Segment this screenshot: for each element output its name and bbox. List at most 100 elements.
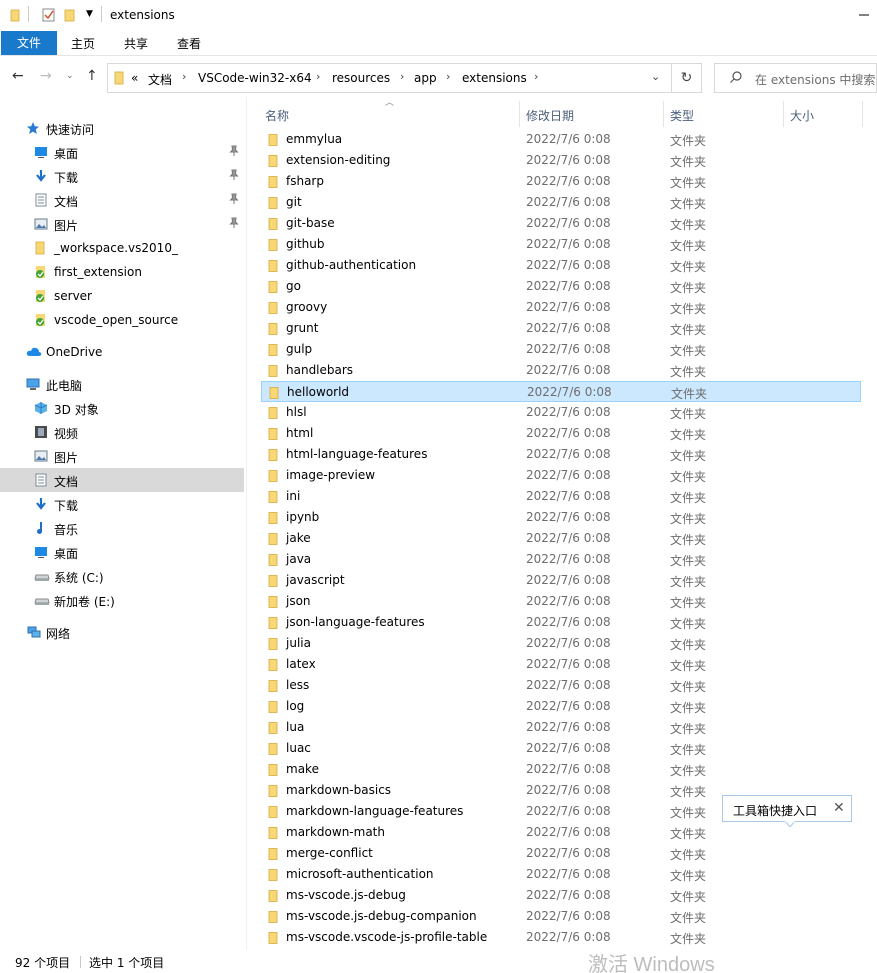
file-name[interactable]: git	[286, 195, 302, 209]
file-name[interactable]: merge-conflict	[286, 846, 373, 860]
table-row[interactable]: markdown-math 2022/7/6 0:08 文件夹	[261, 822, 861, 843]
breadcrumb-app[interactable]: app	[414, 71, 437, 85]
address-bar[interactable]: « 文档 › VSCode-win32-x64 › resources › ap…	[107, 63, 672, 93]
sidebar-item[interactable]: 此电脑	[0, 372, 244, 396]
tab-view[interactable]: 查看	[167, 32, 211, 56]
breadcrumb-overflow[interactable]: «	[131, 71, 138, 85]
tab-file[interactable]: 文件	[1, 31, 57, 55]
file-name[interactable]: git-base	[286, 216, 335, 230]
table-row[interactable]: emmylua 2022/7/6 0:08 文件夹	[261, 129, 861, 150]
table-row[interactable]: html 2022/7/6 0:08 文件夹	[261, 423, 861, 444]
up-arrow-icon[interactable]: ↑	[86, 68, 98, 84]
table-row[interactable]: julia 2022/7/6 0:08 文件夹	[261, 633, 861, 654]
minimize-icon[interactable]	[855, 6, 877, 24]
file-name[interactable]: ms-vscode.js-debug	[286, 888, 406, 902]
sidebar-item[interactable]: server	[0, 284, 244, 308]
column-date[interactable]: 修改日期	[526, 107, 574, 124]
sidebar-item[interactable]: 桌面	[0, 540, 244, 564]
sidebar-item[interactable]: 3D 对象	[0, 396, 244, 420]
file-name[interactable]: github-authentication	[286, 258, 416, 272]
table-row[interactable]: lua 2022/7/6 0:08 文件夹	[261, 717, 861, 738]
chevron-right-icon[interactable]: ›	[182, 70, 186, 83]
file-name[interactable]: make	[286, 762, 319, 776]
file-name[interactable]: log	[286, 699, 304, 713]
file-name[interactable]: json	[286, 594, 311, 608]
table-row[interactable]: ms-vscode.js-debug-companion 2022/7/6 0:0…	[261, 906, 861, 927]
tab-share[interactable]: 共享	[114, 32, 158, 56]
file-name[interactable]: html-language-features	[286, 447, 427, 461]
file-name[interactable]: gulp	[286, 342, 312, 356]
tab-home[interactable]: 主页	[61, 32, 105, 56]
table-row[interactable]: less 2022/7/6 0:08 文件夹	[261, 675, 861, 696]
file-name[interactable]: emmylua	[286, 132, 342, 146]
file-name[interactable]: ms-vscode.js-debug-companion	[286, 909, 477, 923]
file-name[interactable]: extension-editing	[286, 153, 390, 167]
sidebar-item[interactable]: 图片	[0, 444, 244, 468]
table-row[interactable]: json 2022/7/6 0:08 文件夹	[261, 591, 861, 612]
file-name[interactable]: groovy	[286, 300, 327, 314]
table-row[interactable]: ms-vscode.js-debug 2022/7/6 0:08 文件夹	[261, 885, 861, 906]
table-row[interactable]: git 2022/7/6 0:08 文件夹	[261, 192, 861, 213]
sidebar-item[interactable]: OneDrive	[0, 340, 244, 364]
sidebar-item[interactable]: 桌面	[0, 140, 244, 164]
table-row[interactable]: hlsl 2022/7/6 0:08 文件夹	[261, 402, 861, 423]
sidebar-item[interactable]: 网络	[0, 620, 244, 644]
table-row[interactable]: luac 2022/7/6 0:08 文件夹	[261, 738, 861, 759]
table-row[interactable]: html-language-features 2022/7/6 0:08 文件夹	[261, 444, 861, 465]
sidebar-item[interactable]: vscode_open_source	[0, 308, 244, 332]
close-icon[interactable]: ✕	[833, 800, 845, 816]
file-name[interactable]: microsoft-authentication	[286, 867, 434, 881]
file-name[interactable]: handlebars	[286, 363, 353, 377]
column-divider[interactable]	[783, 101, 784, 127]
file-name[interactable]: markdown-basics	[286, 783, 391, 797]
file-name[interactable]: julia	[286, 636, 311, 650]
table-row[interactable]: ipynb 2022/7/6 0:08 文件夹	[261, 507, 861, 528]
table-row[interactable]: log 2022/7/6 0:08 文件夹	[261, 696, 861, 717]
file-name[interactable]: latex	[286, 657, 316, 671]
folder-icon[interactable]	[10, 8, 22, 25]
file-name[interactable]: hlsl	[286, 405, 307, 419]
file-name[interactable]: javascript	[286, 573, 345, 587]
breadcrumb-documents[interactable]: 文档	[148, 71, 172, 88]
file-name[interactable]: lua	[286, 720, 304, 734]
table-row[interactable]: github 2022/7/6 0:08 文件夹	[261, 234, 861, 255]
chevron-down-icon[interactable]: ⌄	[651, 70, 660, 83]
sidebar-item[interactable]: _workspace.vs2010_	[0, 236, 244, 260]
table-row[interactable]: github-authentication 2022/7/6 0:08 文件夹	[261, 255, 861, 276]
table-row[interactable]: groovy 2022/7/6 0:08 文件夹	[261, 297, 861, 318]
sidebar-item[interactable]: 下载	[0, 164, 244, 188]
sidebar-item[interactable]: 下载	[0, 492, 244, 516]
properties-icon[interactable]	[42, 8, 56, 25]
table-row[interactable]: javascript 2022/7/6 0:08 文件夹	[261, 570, 861, 591]
file-name[interactable]: ini	[286, 489, 300, 503]
chevron-right-icon[interactable]: ›	[534, 70, 538, 83]
sidebar-item[interactable]: 音乐	[0, 516, 244, 540]
table-row[interactable]: jake 2022/7/6 0:08 文件夹	[261, 528, 861, 549]
column-type[interactable]: 类型	[670, 107, 694, 124]
search-input[interactable]: 在 extensions 中搜索	[755, 71, 875, 88]
file-name[interactable]: ipynb	[286, 510, 319, 524]
customize-toolbar-icon[interactable]: ▼	[86, 9, 93, 19]
sidebar-item[interactable]: 文档	[0, 188, 244, 212]
file-name[interactable]: markdown-math	[286, 825, 385, 839]
toolbox-shortcut-popup[interactable]: 工具箱快捷入口 ✕	[722, 795, 852, 822]
chevron-right-icon[interactable]: ›	[446, 70, 450, 83]
refresh-button[interactable]: ↻	[672, 63, 702, 93]
sidebar-item[interactable]: first_extension	[0, 260, 244, 284]
table-row[interactable]: grunt 2022/7/6 0:08 文件夹	[261, 318, 861, 339]
file-name[interactable]: fsharp	[286, 174, 324, 188]
table-row[interactable]: latex 2022/7/6 0:08 文件夹	[261, 654, 861, 675]
back-arrow-icon[interactable]: ←	[12, 68, 24, 84]
table-row[interactable]: microsoft-authentication 2022/7/6 0:08 文件夹	[261, 864, 861, 885]
file-name[interactable]: markdown-language-features	[286, 804, 463, 818]
file-name[interactable]: grunt	[286, 321, 318, 335]
file-name[interactable]: go	[286, 279, 301, 293]
column-name[interactable]: 名称	[265, 107, 289, 124]
new-folder-icon[interactable]	[64, 8, 76, 25]
table-row[interactable]: extension-editing 2022/7/6 0:08 文件夹	[261, 150, 861, 171]
table-row[interactable]: fsharp 2022/7/6 0:08 文件夹	[261, 171, 861, 192]
file-name[interactable]: java	[286, 552, 311, 566]
file-name[interactable]: jake	[286, 531, 311, 545]
table-row[interactable]: merge-conflict 2022/7/6 0:08 文件夹	[261, 843, 861, 864]
file-name[interactable]: github	[286, 237, 324, 251]
